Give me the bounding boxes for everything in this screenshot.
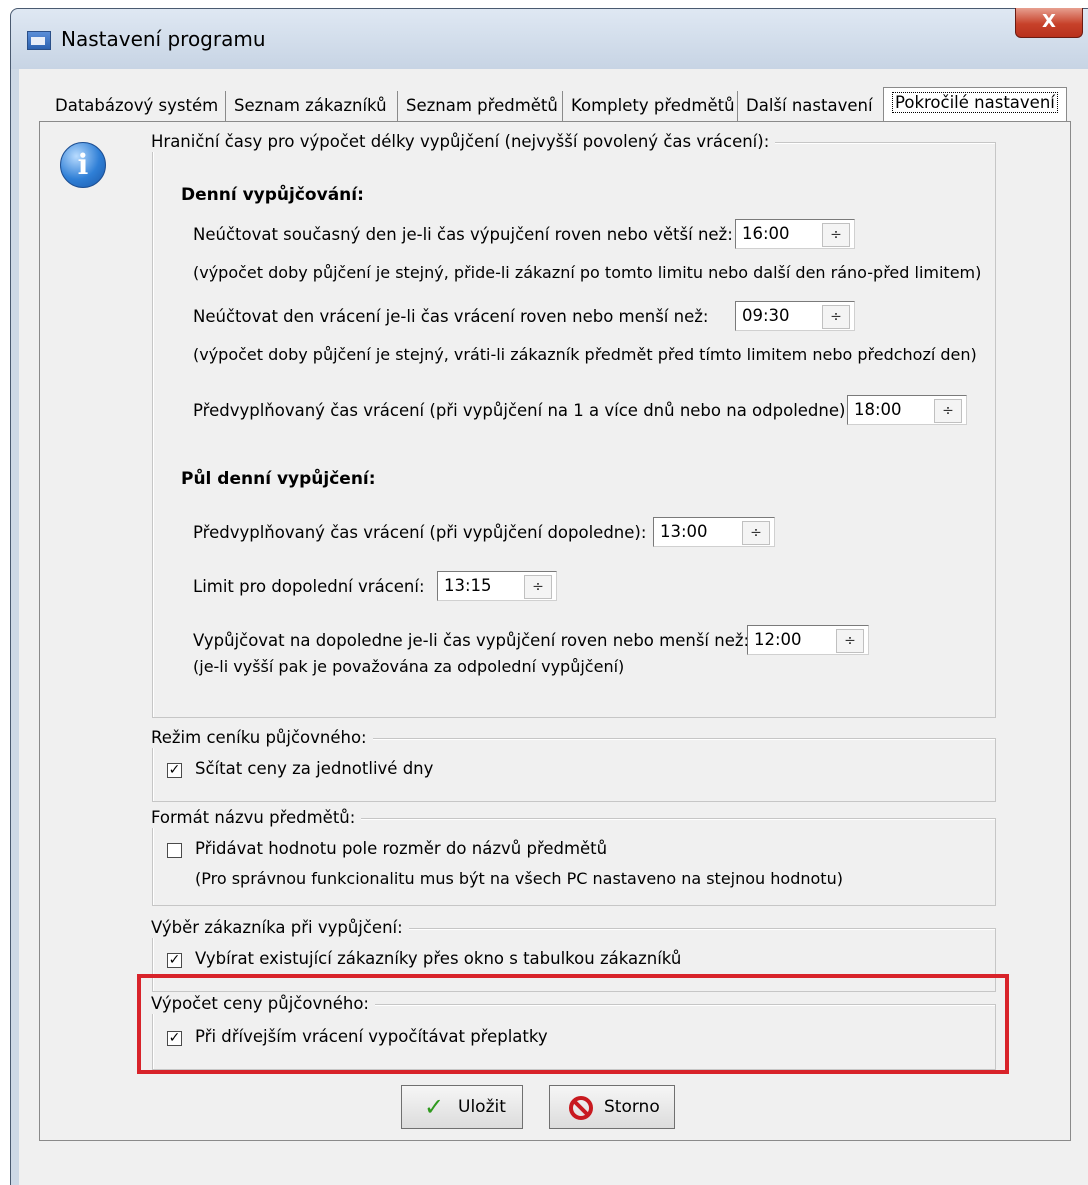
- setting-label: Limit pro dopolední vrácení:: [193, 577, 425, 596]
- time-spinner-morning-rental[interactable]: 12:00 ÷: [747, 625, 869, 655]
- window-title: Nastavení programu: [61, 27, 266, 51]
- select-customer-via-table-checkbox[interactable]: ✓: [167, 953, 182, 968]
- spinner-value: 12:00: [754, 630, 802, 649]
- add-size-to-name-checkbox[interactable]: [167, 843, 182, 858]
- group-legend: Hraniční časy pro výpočet délky vypůjčen…: [151, 132, 776, 152]
- tab-label: Seznam zákazníků: [234, 96, 387, 115]
- group-time-limits: Hraniční časy pro výpočet délky vypůjčen…: [151, 132, 996, 718]
- setting-label: Neúčtovat současný den je-li čas výpujče…: [193, 225, 733, 244]
- setting-label: Předvyplňovaný čas vrácení (při vypůjčen…: [193, 401, 852, 420]
- close-button[interactable]: X: [1015, 8, 1083, 38]
- no-entry-icon: [568, 1095, 594, 1126]
- setting-note: (je-li vyšší pak je považována za odpole…: [193, 657, 625, 676]
- time-spinner-morning-return[interactable]: 13:00 ÷: [653, 517, 775, 547]
- tab-other-settings[interactable]: Další nastavení: [737, 91, 881, 121]
- group-legend: Režim ceníku půjčovného:: [151, 728, 373, 748]
- tab-label: Seznam předmětů: [406, 96, 558, 115]
- setting-label: Vypůjčovat na dopoledne je-li čas vypůjč…: [193, 631, 750, 650]
- group-pricing-mode: Režim ceníku půjčovného: ✓ Sčítat ceny z…: [151, 728, 996, 802]
- group-legend: Formát názvu předmětů:: [151, 808, 362, 828]
- tab-label: Pokročilé nastavení: [892, 92, 1058, 113]
- cancel-button[interactable]: Storno: [549, 1085, 675, 1129]
- spinner-arrows-icon[interactable]: ÷: [822, 223, 850, 247]
- save-button-label: Uložit: [458, 1097, 506, 1117]
- spinner-arrows-icon[interactable]: ÷: [742, 521, 770, 545]
- tab-database-system[interactable]: Databázový systém: [47, 91, 226, 121]
- sum-daily-prices-checkbox[interactable]: ✓: [167, 763, 182, 778]
- spinner-value: 09:30: [742, 306, 790, 325]
- tab-advanced-settings[interactable]: Pokročilé nastavení: [883, 87, 1067, 124]
- tab-item-list[interactable]: Seznam předmětů: [397, 91, 566, 121]
- group-item-name-format: Formát názvu předmětů: Přidávat hodnotu …: [151, 808, 996, 906]
- daily-rental-heading: Denní vypůjčování:: [181, 185, 364, 205]
- setting-note: (Pro správnou funkcionalitu mus být na v…: [195, 869, 843, 888]
- time-spinner-prefilled-return[interactable]: 18:00 ÷: [847, 395, 967, 425]
- tab-item-sets[interactable]: Komplety předmětů: [562, 91, 743, 121]
- checkbox-label[interactable]: Vybírat existující zákazníky přes okno s…: [195, 949, 681, 968]
- half-day-rental-heading: Půl denní vypůjčení:: [181, 469, 376, 489]
- time-spinner-return-day[interactable]: 09:30 ÷: [735, 301, 855, 331]
- title-bar[interactable]: Nastavení programu X: [11, 8, 1088, 69]
- cancel-button-label: Storno: [604, 1097, 660, 1117]
- tab-label: Další nastavení: [746, 96, 873, 115]
- spinner-value: 13:15: [444, 576, 492, 595]
- time-spinner-same-day[interactable]: 16:00 ÷: [735, 219, 855, 249]
- spinner-value: 18:00: [854, 400, 902, 419]
- tab-customer-list[interactable]: Seznam zákazníků: [225, 91, 395, 121]
- spinner-arrows-icon[interactable]: ÷: [836, 629, 864, 653]
- spinner-value: 16:00: [742, 224, 790, 243]
- app-window-icon: [27, 31, 51, 50]
- checkbox-label[interactable]: Sčítat ceny za jednotlivé dny: [195, 759, 433, 778]
- checkbox-label[interactable]: Přidávat hodnotu pole rozměr do názvů př…: [195, 839, 607, 858]
- tab-label: Komplety předmětů: [571, 96, 735, 115]
- spinner-arrows-icon[interactable]: ÷: [822, 305, 850, 329]
- info-icon: i: [60, 142, 106, 188]
- spinner-arrows-icon[interactable]: ÷: [524, 575, 552, 599]
- setting-label: Neúčtovat den vrácení je-li čas vrácení …: [193, 307, 709, 326]
- tab-label: Databázový systém: [55, 96, 219, 115]
- group-legend: Výběr zákazníka při vypůjčení:: [151, 918, 409, 938]
- setting-label: Předvyplňovaný čas vrácení (při vypůjčen…: [193, 523, 647, 542]
- spinner-arrows-icon[interactable]: ÷: [934, 399, 962, 423]
- setting-note: (výpočet doby půjčení je stejný, vráti-l…: [193, 345, 977, 364]
- save-button[interactable]: ✓ Uložit: [401, 1085, 523, 1129]
- highlight-annotation-box: [137, 974, 1009, 1074]
- checkmark-icon: ✓: [424, 1093, 445, 1121]
- time-spinner-morning-limit[interactable]: 13:15 ÷: [437, 571, 557, 601]
- spinner-value: 13:00: [660, 522, 708, 541]
- setting-note: (výpočet doby půjčení je stejný, přide-l…: [193, 263, 982, 282]
